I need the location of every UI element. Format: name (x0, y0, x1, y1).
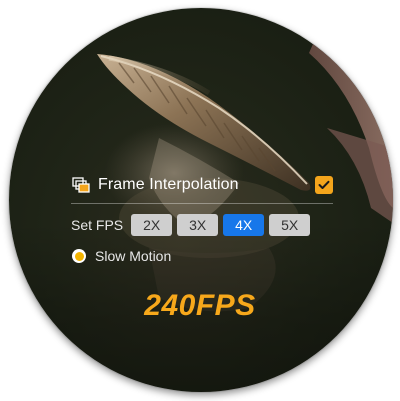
frame-interpolation-row[interactable]: Frame Interpolation (71, 173, 333, 197)
fps-option-4x-button[interactable]: 4X (223, 214, 265, 236)
set-fps-label: Set FPS (71, 217, 124, 233)
layered-frames-icon (71, 175, 91, 195)
slow-motion-radio[interactable] (72, 249, 86, 263)
set-fps-row: Set FPS 2X 3X 4X 5X (71, 212, 315, 238)
fps-option-5x-button[interactable]: 5X (269, 214, 311, 236)
checkmark-icon (318, 180, 330, 189)
video-preview-circle (9, 8, 393, 392)
divider (71, 203, 333, 204)
fps-option-2x-button[interactable]: 2X (131, 214, 173, 236)
radio-selected-dot (74, 251, 84, 261)
fps-readout: 240FPS (144, 289, 256, 322)
app-window: Frame Interpolation Set FPS 2X 3X 4X 5X … (0, 0, 400, 401)
frame-interpolation-label: Frame Interpolation (98, 176, 239, 193)
slow-motion-row[interactable]: Slow Motion (72, 245, 171, 267)
frame-interpolation-checkbox[interactable] (315, 176, 333, 194)
slow-motion-label: Slow Motion (95, 248, 172, 264)
fps-option-3x-button[interactable]: 3X (177, 214, 219, 236)
